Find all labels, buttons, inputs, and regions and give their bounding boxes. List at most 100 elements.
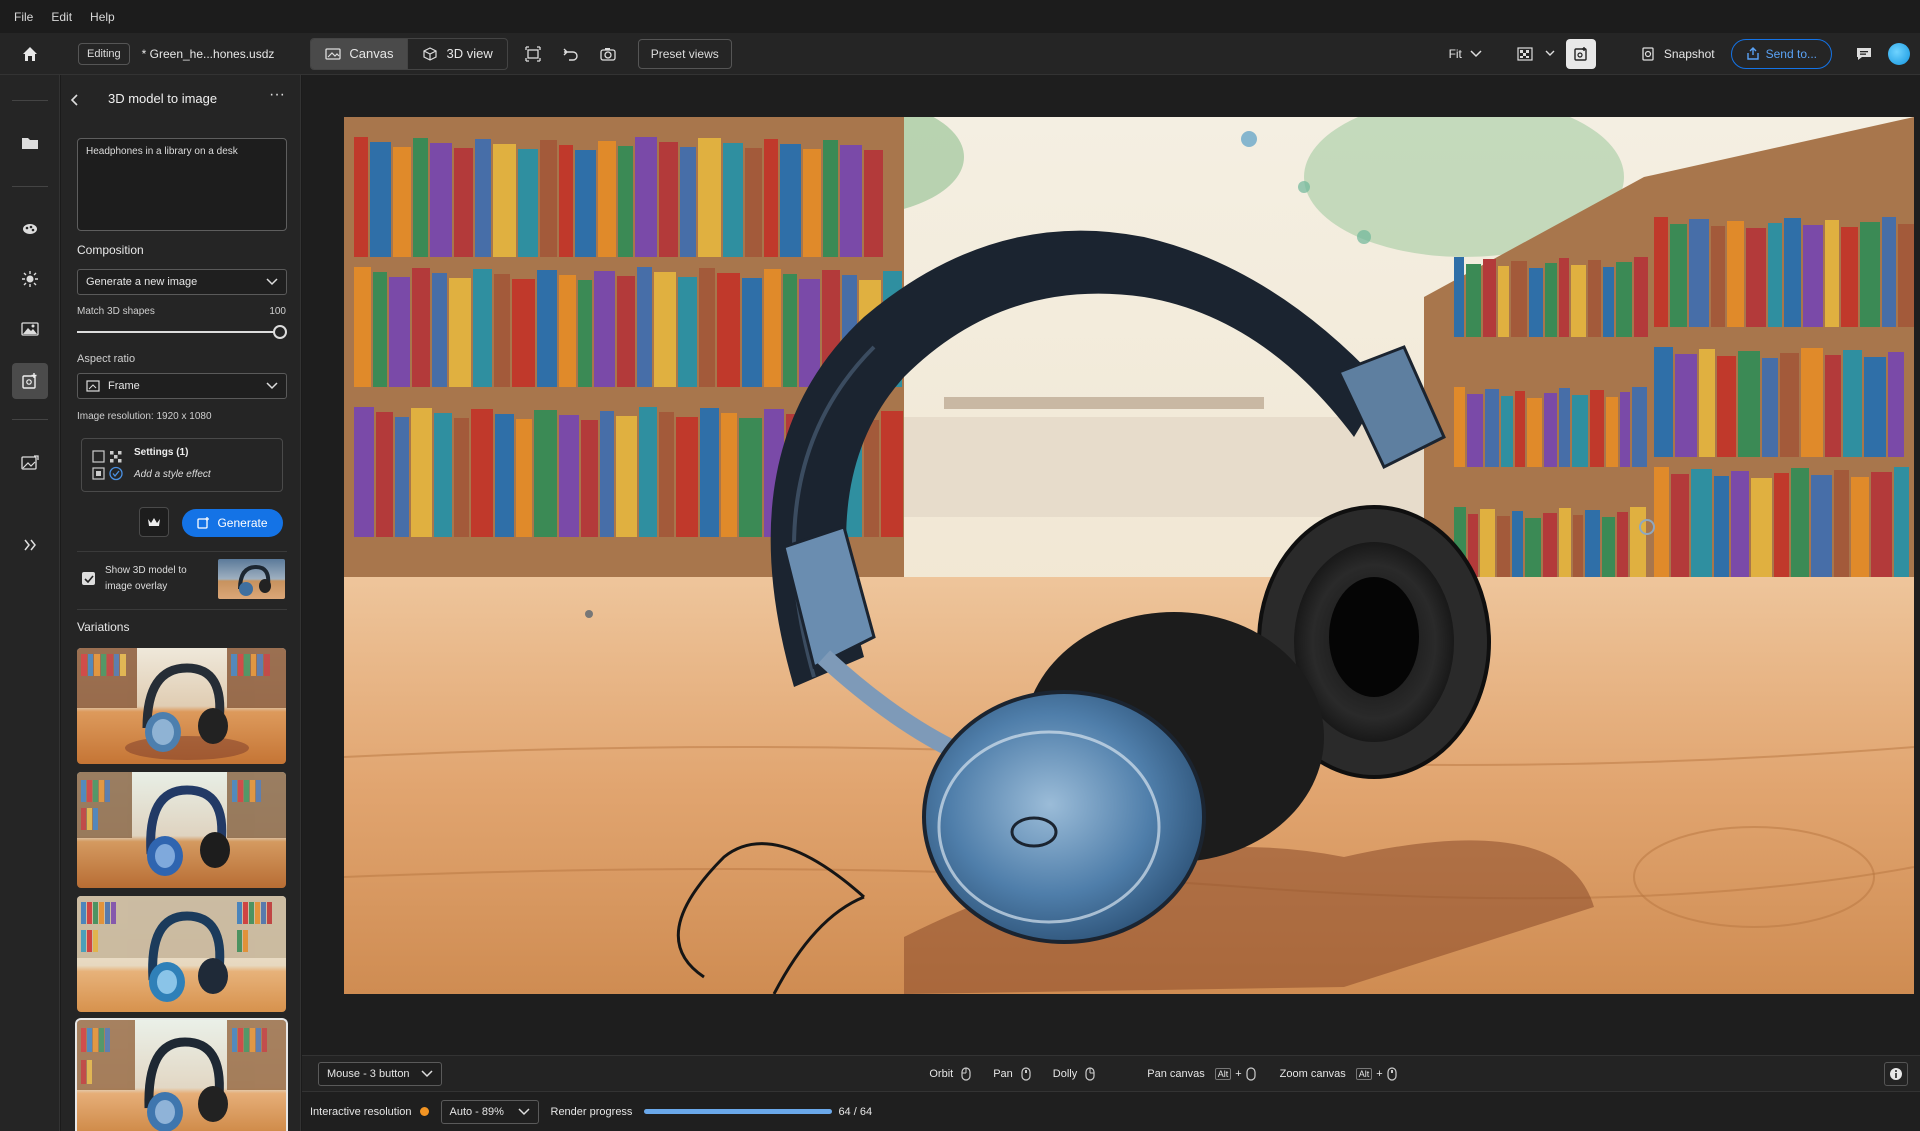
book-spine — [1825, 220, 1839, 327]
premium-button[interactable] — [139, 507, 169, 537]
render-progress-fill — [644, 1109, 833, 1114]
environment-button[interactable] — [12, 311, 48, 347]
back-button[interactable] — [69, 93, 83, 109]
book-spine — [1825, 355, 1841, 457]
book-spine — [1654, 347, 1673, 457]
aspect-ratio-value-wrap: Frame — [86, 380, 140, 392]
resolution-dropdown[interactable]: Auto - 89% — [440, 1099, 539, 1124]
undo-button[interactable] — [552, 38, 590, 70]
prompt-input[interactable]: Headphones in a library on a desk — [77, 138, 287, 231]
book-spine — [1543, 513, 1557, 587]
book-spine — [1864, 357, 1886, 457]
expand-rail-button[interactable] — [12, 527, 48, 563]
feedback-button[interactable] — [1844, 38, 1884, 70]
book-spine — [823, 140, 838, 257]
navigation-hints-bar: Mouse - 3 button Orbit Pan Dolly Pan can… — [302, 1055, 1920, 1091]
book-spine — [1762, 358, 1778, 457]
book-spine — [1654, 467, 1669, 577]
fit-dropdown[interactable]: Fit — [1449, 47, 1482, 61]
info-button[interactable] — [1884, 1061, 1909, 1086]
alt-key-badge: Alt — [1214, 1067, 1232, 1080]
book-spine — [1731, 471, 1749, 577]
send-to-button[interactable]: Send to... — [1730, 38, 1832, 69]
frame-button[interactable] — [514, 38, 552, 70]
book-spine — [1572, 395, 1588, 467]
materials-button[interactable] — [12, 211, 48, 247]
home-button[interactable] — [0, 33, 60, 75]
match-shapes-slider[interactable] — [77, 325, 289, 339]
book-spine — [534, 410, 557, 537]
book-spine — [370, 142, 391, 257]
chevron-down-icon — [421, 1069, 433, 1077]
generated-image — [344, 117, 1914, 994]
tab-canvas[interactable]: Canvas — [311, 38, 408, 69]
background-dropdown[interactable] — [1540, 38, 1560, 70]
mouse-mode-dropdown[interactable]: Mouse - 3 button — [318, 1061, 442, 1086]
mouse-mode-value: Mouse - 3 button — [327, 1067, 410, 1080]
landscape-icon — [21, 322, 39, 336]
checkmark-icon — [83, 574, 94, 583]
book-spine — [575, 150, 596, 257]
canvas-area[interactable] — [302, 75, 1920, 1055]
book-spine — [559, 145, 573, 257]
dolly-label: Dolly — [1052, 1067, 1078, 1080]
generate-button[interactable]: Generate — [182, 509, 283, 537]
editing-badge: Editing — [78, 42, 130, 65]
variation-thumbnail[interactable] — [77, 772, 286, 888]
settings-label: Settings (1) — [134, 447, 189, 458]
slider-thumb[interactable] — [273, 325, 287, 339]
composition-dropdown[interactable]: Generate a new image — [77, 269, 287, 295]
variation-thumbnail-selected[interactable] — [75, 1018, 288, 1131]
book-spine — [1529, 268, 1543, 337]
aspect-ratio-dropdown[interactable]: Frame — [77, 373, 287, 399]
menu-help[interactable]: Help — [90, 10, 115, 24]
book-spine — [1559, 508, 1571, 587]
generate-mode-button[interactable] — [1565, 38, 1596, 69]
book-spine — [1746, 228, 1766, 327]
overlay-checkbox[interactable] — [82, 572, 95, 585]
book-spine — [1717, 356, 1736, 457]
book-spine — [803, 149, 821, 257]
book-spine — [635, 137, 657, 257]
files-button[interactable] — [12, 125, 48, 161]
book-spine — [1871, 472, 1892, 577]
model-to-image-button[interactable] — [12, 363, 48, 399]
book-spine — [1544, 393, 1557, 467]
variation-thumbnail[interactable] — [77, 648, 286, 764]
book-spine — [1888, 352, 1904, 457]
variation-image — [77, 1020, 286, 1131]
settings-card[interactable]: Settings (1) Add a style effect — [81, 438, 283, 492]
frame-icon — [86, 380, 100, 392]
mouse-wheel-icon — [1387, 1066, 1397, 1081]
book-spine — [783, 274, 797, 387]
book-spine — [1617, 512, 1628, 587]
menu-edit[interactable]: Edit — [51, 10, 72, 24]
variation-thumbnail[interactable] — [77, 896, 286, 1012]
render-progress-bar — [644, 1109, 833, 1114]
lighting-button[interactable] — [12, 261, 48, 297]
avatar[interactable] — [1888, 42, 1910, 65]
book-spine — [559, 415, 579, 537]
frame-icon — [525, 45, 541, 62]
camera-settings-button[interactable] — [590, 38, 628, 70]
book-spine — [1675, 354, 1697, 457]
book-spine — [616, 416, 637, 537]
book-spine — [1559, 258, 1569, 337]
snapshot-button[interactable]: Snapshot — [1640, 46, 1715, 62]
book-spine — [1454, 387, 1465, 467]
image-resolution-text: Image resolution: 1920 x 1080 — [77, 411, 212, 422]
book-spine — [745, 148, 762, 257]
menu-file[interactable]: File — [14, 10, 33, 24]
export-image-button[interactable] — [12, 445, 48, 481]
book-spine — [1466, 264, 1481, 337]
book-spine — [1515, 391, 1525, 467]
more-options-button[interactable]: ··· — [267, 87, 287, 108]
fit-label: Fit — [1448, 46, 1462, 61]
tab-3d-view[interactable]: 3D view — [407, 38, 506, 69]
camera-gear-icon — [600, 47, 616, 61]
info-icon — [1890, 1067, 1903, 1080]
background-button[interactable] — [1510, 38, 1540, 70]
preset-views-button[interactable]: Preset views — [637, 38, 732, 69]
mouse-right-icon — [1085, 1066, 1095, 1081]
chevron-down-icon — [517, 1107, 530, 1115]
